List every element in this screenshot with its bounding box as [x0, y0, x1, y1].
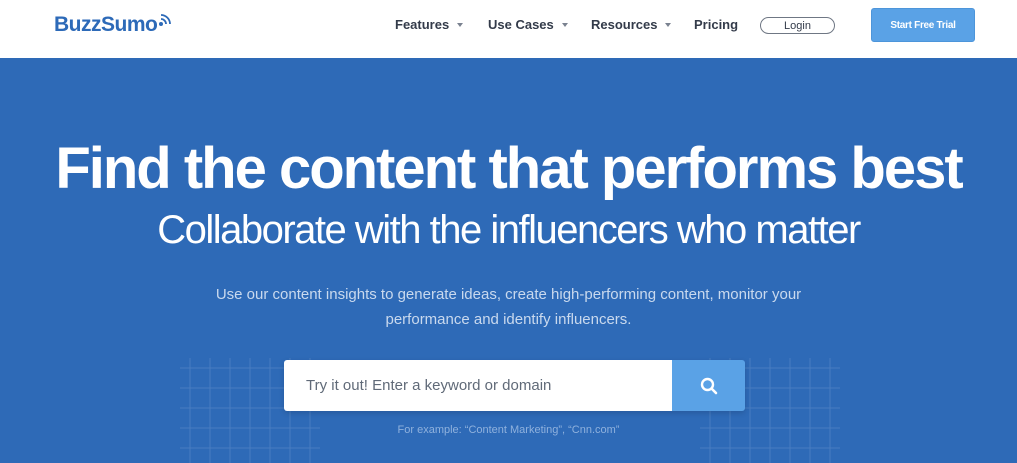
nav-use-cases[interactable]: Use Cases: [488, 17, 568, 32]
hero-description: Use our content insights to generate ide…: [215, 286, 802, 328]
hero-headline: Find the content that performs best: [55, 136, 963, 201]
site-header: BuzzSumo Features Use Cases Resources Pr…: [0, 0, 1017, 58]
search-input[interactable]: [284, 360, 672, 411]
nav-pricing-label: Pricing: [694, 17, 739, 32]
nav-pricing[interactable]: Pricing: [694, 17, 738, 32]
nav-use-cases-label: Use Cases: [488, 17, 554, 32]
nav-features[interactable]: Features: [395, 17, 464, 32]
chevron-down-icon: [457, 23, 464, 27]
chevron-down-icon: [561, 23, 568, 27]
login-button[interactable]: Login: [760, 17, 835, 34]
search-icon: [700, 377, 717, 394]
hero-subheadline: Collaborate with the influencers who mat…: [157, 208, 861, 252]
search-button[interactable]: [672, 360, 745, 411]
nav-resources-label: Resources: [591, 17, 658, 32]
start-free-trial-button[interactable]: Start Free Trial: [871, 8, 975, 42]
nav-features-label: Features: [395, 17, 450, 32]
nav-resources[interactable]: Resources: [591, 17, 672, 32]
signal-icon: [159, 14, 172, 26]
logo-text: BuzzSumo: [54, 13, 158, 36]
search-bar: [284, 360, 745, 411]
hero-section: Find the content that performs best Coll…: [0, 58, 1017, 463]
chevron-down-icon: [665, 23, 672, 27]
search-example: For example: “Content Marketing”, “Cnn.c…: [397, 424, 620, 436]
logo[interactable]: BuzzSumo: [54, 12, 172, 38]
